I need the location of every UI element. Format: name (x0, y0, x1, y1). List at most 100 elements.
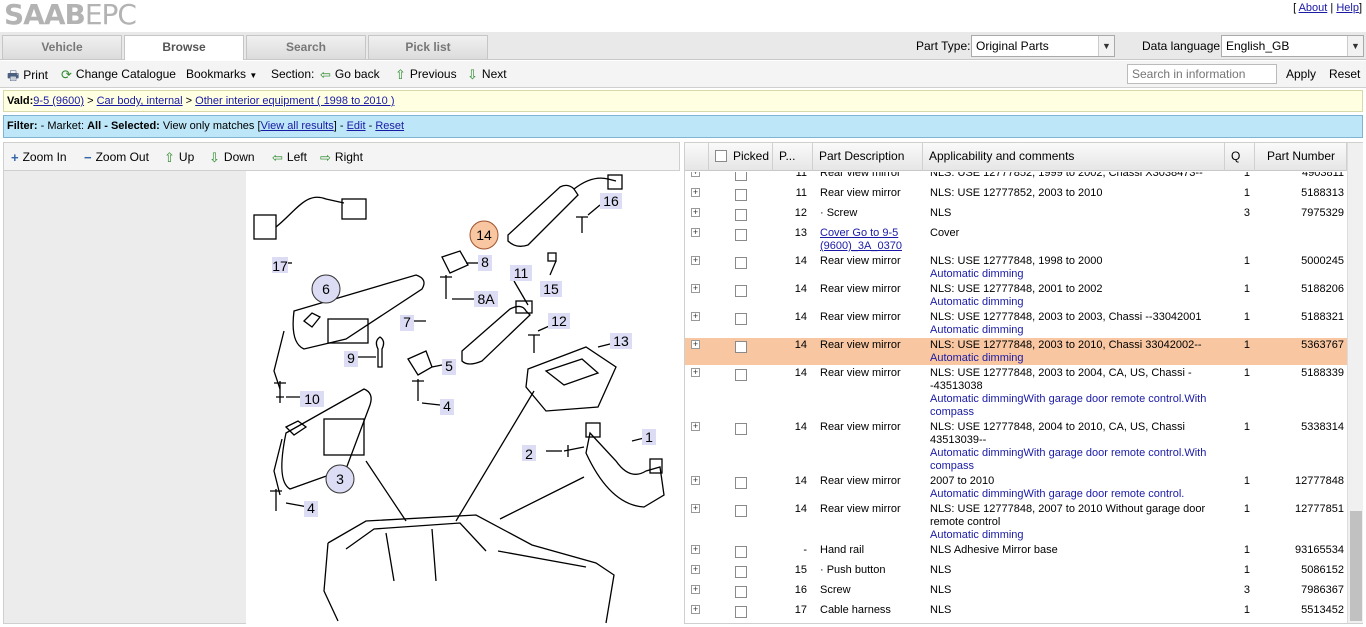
about-link[interactable]: About (1299, 2, 1328, 14)
pan-down-button[interactable]: ⇩ Down (209, 150, 255, 166)
pick-checkbox[interactable] (735, 257, 747, 269)
expand-icon[interactable]: + (691, 256, 700, 265)
expand-icon[interactable]: + (691, 172, 700, 177)
tab-search[interactable]: Search (246, 35, 366, 59)
table-scrollbar[interactable] (1347, 143, 1363, 623)
expand-icon[interactable]: + (691, 284, 700, 293)
header-applicability[interactable]: Applicability and comments (923, 143, 1225, 171)
expand-icon[interactable]: + (691, 208, 700, 217)
callout-12[interactable]: 12 (551, 313, 567, 329)
zoom-out-button[interactable]: − Zoom Out (84, 150, 149, 165)
expand-icon[interactable]: + (691, 605, 700, 614)
callout-9[interactable]: 9 (347, 350, 355, 366)
pick-checkbox[interactable] (735, 546, 747, 558)
table-row[interactable]: +14 Rear view mirror NLS: USE 12777848, 20… (685, 420, 1347, 474)
callout-5[interactable]: 5 (445, 358, 453, 374)
expand-icon[interactable]: + (691, 476, 700, 485)
pick-checkbox[interactable] (735, 606, 747, 618)
search-information-input[interactable] (1127, 64, 1277, 84)
expand-icon[interactable]: + (691, 585, 700, 594)
select-all-checkbox[interactable] (715, 150, 727, 162)
next-button[interactable]: ⇩ Next (467, 67, 507, 83)
row-description-link[interactable]: Cover Go to 9-5 (9600)_3A_0370 (820, 227, 920, 253)
zoom-in-button[interactable]: + Zoom In (11, 150, 67, 165)
pan-up-button[interactable]: ⇧ Up (164, 150, 194, 166)
pick-checkbox[interactable] (735, 229, 747, 241)
callout-16[interactable]: 16 (603, 193, 619, 209)
print-button[interactable]: 🖶 Print (7, 67, 48, 89)
data-language-select[interactable]: English_GB ▼ (1221, 35, 1364, 57)
table-row[interactable]: +14 Rear view mirror NLS: USE 12777848, 19… (685, 254, 1347, 282)
table-row[interactable]: +14 Rear view mirror 2007 to 2010 Automatic… (685, 474, 1347, 502)
pick-checkbox[interactable] (735, 505, 747, 517)
filter-reset-link[interactable]: Reset (375, 120, 404, 132)
expand-icon[interactable]: + (691, 565, 700, 574)
pick-checkbox[interactable] (735, 172, 747, 181)
table-row[interactable]: +13 Cover Go to 9-5 (9600)_3A_0370 Cover (685, 226, 1347, 254)
callout-7[interactable]: 7 (403, 314, 411, 330)
callout-2[interactable]: 2 (525, 446, 533, 462)
pick-checkbox[interactable] (735, 477, 747, 489)
breadcrumb-model[interactable]: 9-5 (9600) (33, 95, 84, 107)
callout-14[interactable]: 14 (476, 227, 492, 243)
callout-4-middle[interactable]: 4 (443, 398, 451, 414)
tab-pick-list[interactable]: Pick list (368, 35, 488, 59)
tab-browse[interactable]: Browse (124, 35, 244, 60)
table-row[interactable]: +17 Cable harness NLS 1 5513452 (685, 603, 1347, 623)
tab-vehicle[interactable]: Vehicle (2, 35, 122, 59)
callout-17[interactable]: 17 (272, 258, 288, 274)
header-picked[interactable]: Picked (709, 143, 773, 171)
header-part-number[interactable]: Part Number (1255, 143, 1347, 171)
header-quantity[interactable]: Q (1225, 143, 1255, 171)
change-catalogue-button[interactable]: ⟳ Change Catalogue (61, 67, 176, 83)
breadcrumb-group[interactable]: Car body, internal (97, 95, 183, 107)
pick-checkbox[interactable] (735, 313, 747, 325)
view-all-results-link[interactable]: View all results (261, 120, 334, 132)
expand-icon[interactable]: + (691, 368, 700, 377)
table-row[interactable]: +14 Rear view mirror NLS: USE 12777848, 20… (685, 282, 1347, 310)
part-type-select[interactable]: Original Parts ▼ (971, 35, 1115, 57)
expand-icon[interactable]: + (691, 504, 700, 513)
callout-3[interactable]: 3 (336, 471, 344, 487)
breadcrumb-section[interactable]: Other interior equipment ( 1998 to 2010 … (195, 95, 394, 107)
pick-checkbox[interactable] (735, 341, 747, 353)
callout-15[interactable]: 15 (543, 281, 559, 297)
callout-6[interactable]: 6 (322, 281, 330, 297)
expand-icon[interactable]: + (691, 312, 700, 321)
pick-checkbox[interactable] (735, 209, 747, 221)
previous-button[interactable]: ⇧ Previous (395, 67, 457, 83)
expand-icon[interactable]: + (691, 545, 700, 554)
callout-8a[interactable]: 8A (477, 291, 495, 307)
pan-left-button[interactable]: ⇦ Left (272, 150, 307, 166)
table-row[interactable]: +14 Rear view mirror NLS: USE 12777848, 20… (685, 502, 1347, 543)
table-row[interactable]: +14 Rear view mirror NLS: USE 12777848, 20… (685, 338, 1347, 366)
table-row[interactable]: +16 Screw NLS 3 7986367 (685, 583, 1347, 603)
header-part-description[interactable]: Part Description (813, 143, 923, 171)
expand-icon[interactable]: + (691, 188, 700, 197)
pick-checkbox[interactable] (735, 189, 747, 201)
go-back-button[interactable]: ⇦ Go back (320, 67, 380, 83)
callout-1[interactable]: 1 (645, 429, 653, 445)
table-row[interactable]: +12 · Screw NLS 3 7975329 (685, 206, 1347, 226)
help-link[interactable]: Help (1336, 2, 1359, 14)
table-row[interactable]: +14 Rear view mirror NLS: USE 12777848, 20… (685, 310, 1347, 338)
table-row[interactable]: +15 · Push button NLS 1 5086152 (685, 563, 1347, 583)
callout-8[interactable]: 8 (481, 254, 489, 270)
expand-icon[interactable]: + (691, 228, 700, 237)
callout-13[interactable]: 13 (613, 333, 629, 349)
pan-right-button[interactable]: ⇨ Right (320, 150, 363, 166)
expand-icon[interactable]: + (691, 422, 700, 431)
callout-11[interactable]: 11 (514, 265, 529, 281)
pick-checkbox[interactable] (735, 586, 747, 598)
table-row[interactable]: +11 Rear view mirror NLS: USE 12777852, 19… (685, 172, 1347, 186)
table-row[interactable]: + - Hand rail NLS Adhesive Mirror base 1 9316… (685, 543, 1347, 563)
callout-4-lower[interactable]: 4 (307, 500, 315, 516)
scrollbar-thumb[interactable] (1350, 511, 1362, 621)
table-row[interactable]: +14 Rear view mirror NLS: USE 12777848, 20… (685, 366, 1347, 420)
pick-checkbox[interactable] (735, 369, 747, 381)
apply-button[interactable]: Apply (1286, 67, 1316, 81)
header-position[interactable]: P... (773, 143, 813, 171)
parts-diagram[interactable]: 17 6 7 9 10 3 4 5 4 8 8A 11 15 14 16 12 … (246, 171, 683, 624)
pick-checkbox[interactable] (735, 566, 747, 578)
pick-checkbox[interactable] (735, 423, 747, 435)
